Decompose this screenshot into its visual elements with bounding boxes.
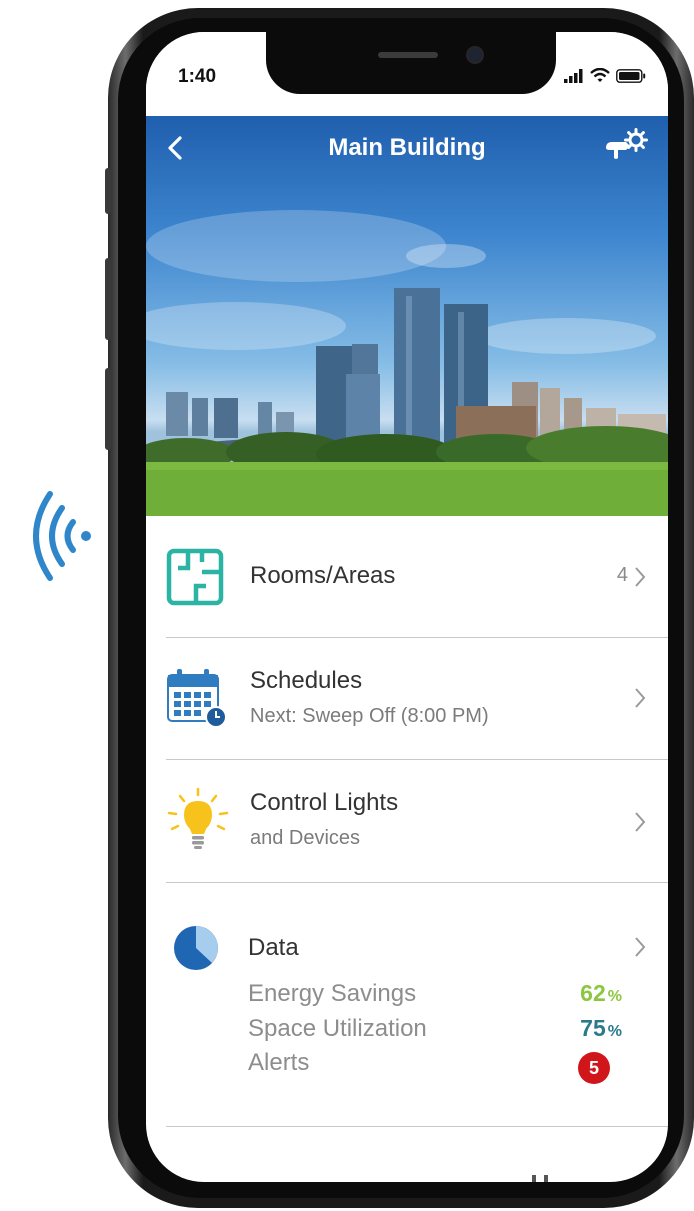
building-hero-image: Main Building	[146, 116, 668, 516]
rooms-count: 4	[616, 564, 628, 586]
percent-unit: %	[607, 1023, 622, 1040]
energy-savings-value: 62%	[580, 980, 622, 1007]
notch	[266, 32, 556, 94]
page-title: Main Building	[328, 134, 486, 161]
menu-item-data[interactable]: Data Energy Savings 62% Space Utilizatio…	[166, 882, 668, 1127]
volume-down-button	[105, 368, 111, 450]
next-row-peek	[530, 1170, 560, 1182]
hand-gear-icon[interactable]	[604, 128, 650, 164]
wifi-icon	[590, 68, 610, 82]
chevron-right-icon	[635, 937, 646, 957]
battery-icon	[616, 68, 646, 83]
rooms-areas-label: Rooms/Areas	[250, 562, 396, 589]
status-bar: 1:40	[146, 32, 668, 116]
volume-up-button	[105, 258, 111, 340]
pie-chart-icon	[174, 926, 218, 970]
energy-savings-number: 62	[580, 980, 606, 1006]
space-utilization-number: 75	[580, 1015, 606, 1041]
earpiece-speaker	[378, 52, 438, 58]
alerts-count-badge[interactable]: 5	[578, 1052, 610, 1084]
chevron-right-icon	[635, 688, 646, 708]
percent-unit: %	[607, 988, 622, 1005]
chevron-right-icon	[635, 567, 646, 587]
menu-item-schedules[interactable]: Schedules Next: Sweep Off (8:00 PM)	[166, 637, 668, 760]
space-utilization-value: 75%	[580, 1015, 622, 1042]
energy-savings-label: Energy Savings	[248, 980, 417, 1007]
menu-item-rooms-areas[interactable]: Rooms/Areas 4	[166, 516, 668, 638]
app-screen: 1:40 Main Building Rooms/Areas 4 Schedul…	[146, 32, 668, 1182]
status-time: 1:40	[178, 66, 217, 87]
cellular-signal-icon	[564, 68, 583, 83]
front-camera	[466, 46, 484, 64]
schedules-label: Schedules	[250, 667, 363, 694]
control-lights-subtitle: and Devices	[250, 827, 361, 849]
next-schedule-text: Next: Sweep Off (8:00 PM)	[250, 705, 489, 727]
phone-frame: 1:40 Main Building Rooms/Areas 4 Schedul…	[105, 8, 694, 1208]
lightbulb-icon	[167, 787, 229, 849]
data-label: Data	[248, 934, 299, 961]
floor-plan-icon	[166, 548, 224, 606]
space-utilization-label: Space Utilization	[248, 1015, 427, 1042]
wireless-signal-icon	[33, 491, 91, 581]
status-icons	[564, 68, 646, 83]
side-button	[105, 168, 111, 214]
control-lights-label: Control Lights	[250, 789, 399, 816]
calendar-clock-icon	[167, 669, 227, 728]
menu-item-control-lights[interactable]: Control Lights and Devices	[166, 759, 668, 883]
chevron-right-icon	[635, 812, 646, 832]
city-skyline-illustration	[146, 210, 668, 516]
alerts-label: Alerts	[248, 1049, 310, 1076]
